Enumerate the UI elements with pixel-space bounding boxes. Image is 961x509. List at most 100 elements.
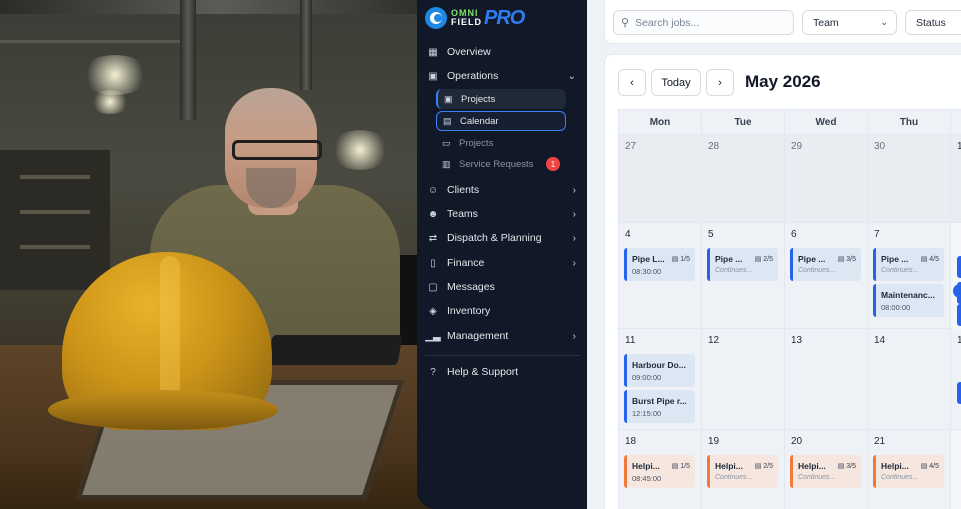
- chevron-right-icon: ›: [572, 184, 576, 196]
- sidebar-item-label: Help & Support: [447, 366, 519, 378]
- day-number: 19: [708, 436, 720, 447]
- calendar-event-edge[interactable]: [957, 382, 961, 404]
- event-time: 09:00:00: [632, 373, 662, 382]
- calendar-event[interactable]: Pipe ... Continues... ▤ 2/5: [707, 248, 778, 281]
- sidebar-item-messages[interactable]: ▢ Messages: [425, 276, 580, 298]
- sidebar-item-teams[interactable]: ☻ Teams ›: [425, 203, 580, 225]
- sidebar-subitem-label: Service Requests: [459, 158, 534, 170]
- sidebar-subitem-projects-folder[interactable]: ▭ Projects: [436, 133, 566, 153]
- calendar-day-cell[interactable]: 14: [868, 329, 951, 430]
- day-number: 11: [625, 335, 636, 346]
- event-day-count: ▤ 2/5: [755, 255, 773, 263]
- calendar-icon: ▤: [443, 115, 452, 126]
- event-title: Helpi...: [632, 461, 660, 471]
- calendar-event[interactable]: Helpi... Continues... ▤ 4/5: [873, 455, 944, 488]
- box-icon: ◈: [429, 305, 437, 317]
- calendar-icon: ▤: [754, 256, 764, 263]
- weekday-header: Thu: [868, 110, 951, 135]
- sidebar-item-help[interactable]: ? Help & Support: [425, 361, 580, 383]
- brand-logo[interactable]: OMNI FIELD PRO: [425, 5, 525, 31]
- weekday-header: Tue: [702, 110, 785, 135]
- calendar-event[interactable]: Pipe L... 08:30:00 ▤ 1/5: [624, 248, 695, 281]
- day-number: 15: [957, 335, 961, 346]
- prev-month-button[interactable]: ‹: [618, 69, 646, 96]
- chevron-right-icon: ›: [718, 76, 722, 89]
- sidebar: OMNI FIELD PRO ▦ Overview ▣ Operations ⌄…: [417, 0, 587, 509]
- calendar-event[interactable]: Helpi... 08:45:00 ▤ 1/5: [624, 455, 695, 488]
- event-day-count: ▤ 1/5: [672, 255, 690, 263]
- sidebar-item-clients[interactable]: ☺ Clients ›: [425, 179, 580, 201]
- event-day-count: ▤ 2/5: [755, 462, 773, 470]
- event-continues: Continues...: [881, 474, 919, 481]
- calendar-event[interactable]: Maintenanc... 08:00:00: [873, 284, 944, 317]
- event-title: Maintenanc...: [881, 290, 935, 300]
- calendar-event[interactable]: Helpi... Continues... ▤ 2/5: [707, 455, 778, 488]
- sidebar-item-inventory[interactable]: ◈ Inventory: [425, 300, 580, 322]
- day-number: 1: [957, 141, 961, 152]
- sidebar-item-label: Finance: [447, 257, 485, 269]
- calendar-event[interactable]: Pipe ... Continues... ▤ 4/5: [873, 248, 944, 281]
- weekday-header: Wed: [785, 110, 868, 135]
- calendar-day-cell[interactable]: 28: [702, 135, 785, 223]
- calendar-day-cell[interactable]: 13: [785, 329, 868, 430]
- calendar-day-cell[interactable]: 29: [785, 135, 868, 223]
- calendar-event[interactable]: Harbour Do... 09:00:00: [624, 354, 695, 387]
- calendar-day-cell[interactable]: 27: [619, 135, 702, 223]
- brand-pro: PRO: [484, 6, 525, 29]
- status-select[interactable]: Status: [905, 10, 961, 35]
- event-count-text: 2/5: [763, 463, 773, 470]
- event-count-text: 2/5: [763, 256, 773, 263]
- sidebar-item-label: Operations: [447, 70, 499, 82]
- chevron-right-icon: ›: [572, 330, 576, 342]
- event-time: 08:45:00: [632, 474, 662, 483]
- sidebar-item-finance[interactable]: ▯ Finance ›: [425, 252, 580, 274]
- team-select[interactable]: Team ⌄: [802, 10, 897, 35]
- sidebar-item-overview[interactable]: ▦ Overview: [425, 41, 580, 63]
- event-time: 08:00:00: [881, 303, 911, 312]
- briefcase-icon: ▣: [428, 70, 438, 82]
- calendar-event[interactable]: Helpi... Continues... ▤ 3/5: [790, 455, 861, 488]
- calendar-event[interactable]: Burst Pipe r... 12:15:00: [624, 390, 695, 423]
- search-input[interactable]: ⚲ Search jobs...: [613, 10, 794, 35]
- calendar-day-cell[interactable]: 30: [868, 135, 951, 223]
- sidebar-item-label: Messages: [447, 281, 495, 293]
- calendar-event-edge[interactable]: [957, 304, 961, 326]
- event-title: Helpi...: [881, 461, 909, 471]
- sidebar-subitem-calendar[interactable]: ▤ Calendar: [436, 111, 566, 131]
- event-title: Pipe L...: [632, 254, 665, 264]
- calendar-event[interactable]: Pipe ... Continues... ▤ 3/5: [790, 248, 861, 281]
- month-title: May 2026: [745, 72, 821, 91]
- sidebar-subitem-label: Calendar: [460, 115, 499, 127]
- weekday-header: [951, 110, 961, 135]
- today-button[interactable]: Today: [651, 69, 701, 96]
- sidebar-divider: [425, 355, 580, 356]
- calendar-day-cell[interactable]: 1: [951, 135, 961, 223]
- event-title: Pipe ...: [715, 254, 743, 264]
- next-month-button[interactable]: ›: [706, 69, 734, 96]
- calendar-icon: ▤: [754, 463, 764, 470]
- sidebar-item-dispatch[interactable]: ⇄ Dispatch & Planning ›: [425, 227, 580, 249]
- calendar-event-edge[interactable]: [957, 256, 961, 278]
- day-number: 4: [625, 229, 631, 240]
- calendar-icon: ▤: [920, 463, 930, 470]
- sidebar-item-label: Management: [447, 330, 509, 342]
- event-count-text: 3/5: [846, 463, 856, 470]
- sidebar-item-management[interactable]: ▁▃ Management ›: [425, 325, 580, 347]
- sidebar-item-operations[interactable]: ▣ Operations ⌄: [425, 65, 580, 87]
- brand-line2: FIELD: [451, 17, 482, 27]
- filter-bar: ⚲ Search jobs... Team ⌄ Status: [604, 0, 961, 44]
- calendar-icon: ▤: [671, 256, 681, 263]
- event-title: Helpi...: [798, 461, 826, 471]
- calendar-day-cell[interactable]: 15: [951, 329, 961, 430]
- day-number: 28: [708, 141, 720, 152]
- day-number: 20: [791, 436, 803, 447]
- folder-icon: ▭: [442, 137, 451, 148]
- sidebar-subitem-projects[interactable]: ▣ Projects: [436, 89, 566, 109]
- calendar-day-cell[interactable]: 12: [702, 329, 785, 430]
- event-time: 08:30:00: [632, 267, 662, 276]
- event-continues: Continues...: [798, 474, 836, 481]
- sidebar-item-label: Clients: [447, 184, 480, 196]
- briefcase-icon: ▣: [444, 93, 453, 104]
- calendar-event-edge[interactable]: [957, 282, 961, 304]
- day-number: 5: [708, 229, 714, 240]
